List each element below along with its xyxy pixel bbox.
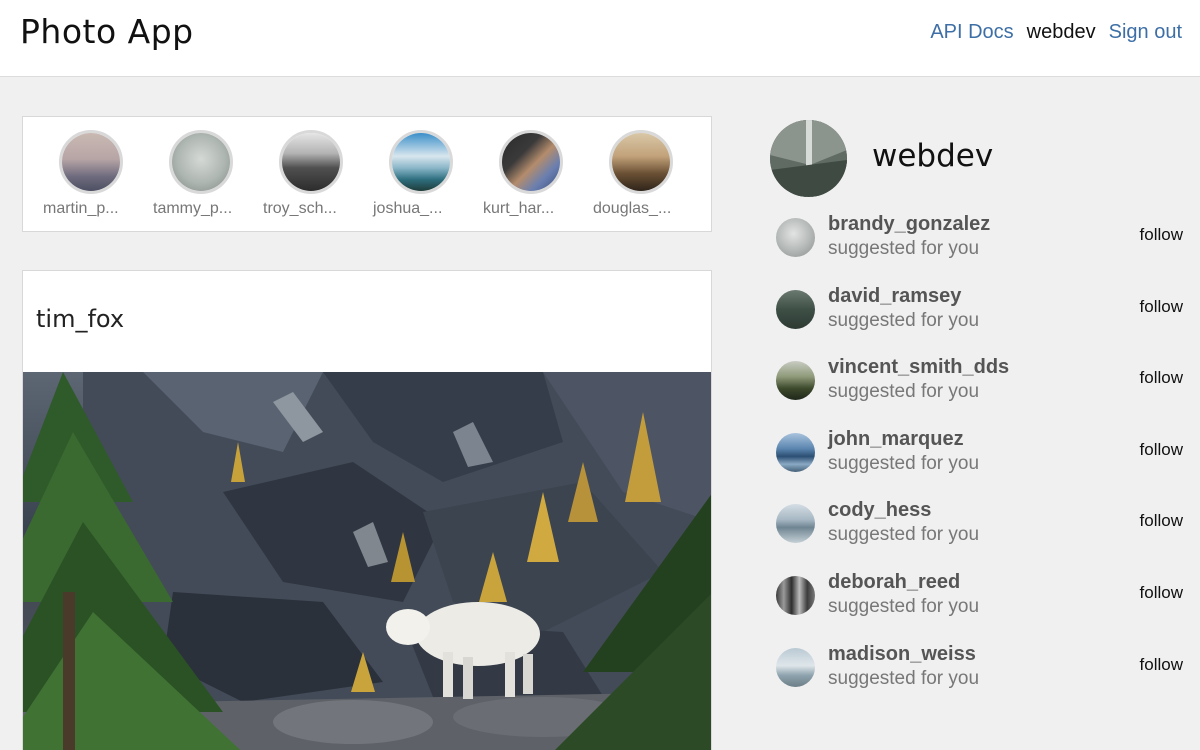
suggestion-username[interactable]: david_ramsey — [828, 285, 961, 308]
follow-button[interactable]: follow — [1140, 511, 1183, 531]
suggestion-subtitle: suggested for you — [828, 596, 980, 617]
suggestion-subtitle: suggested for you — [828, 524, 980, 545]
suggestion-username[interactable]: vincent_smith_dds — [828, 356, 1009, 379]
story-username: tammy_p... — [153, 200, 233, 217]
stories-bar: martin_p... tammy_p... troy_sch... joshu… — [22, 116, 712, 232]
suggestion-item: cody_hess suggested for you follow — [776, 498, 1186, 558]
story-avatar[interactable] — [169, 130, 233, 194]
story-item[interactable]: joshua_... — [366, 130, 476, 218]
post-author[interactable]: tim_fox — [36, 305, 124, 333]
story-username: joshua_... — [373, 200, 443, 217]
suggestion-subtitle: suggested for you — [828, 238, 980, 259]
suggestion-item: david_ramsey suggested for you follow — [776, 284, 1186, 344]
story-avatar[interactable] — [499, 130, 563, 194]
suggestion-avatar[interactable] — [776, 648, 815, 687]
post-card: tim_fox — [22, 270, 712, 750]
suggestion-subtitle: suggested for you — [828, 668, 980, 689]
follow-button[interactable]: follow — [1140, 583, 1183, 603]
suggestion-username[interactable]: cody_hess — [828, 499, 931, 522]
story-avatar[interactable] — [609, 130, 673, 194]
follow-button[interactable]: follow — [1140, 225, 1183, 245]
suggestion-username[interactable]: brandy_gonzalez — [828, 213, 990, 236]
profile-avatar[interactable] — [770, 120, 847, 197]
suggestion-subtitle: suggested for you — [828, 381, 980, 402]
app-brand[interactable]: Photo App — [20, 12, 194, 51]
profile-summary: webdev — [770, 120, 1190, 200]
follow-button[interactable]: follow — [1140, 655, 1183, 675]
suggestion-item: vincent_smith_dds suggested for you foll… — [776, 355, 1186, 415]
suggestion-item: madison_weiss suggested for you follow — [776, 642, 1186, 702]
story-avatar[interactable] — [389, 130, 453, 194]
story-username: kurt_har... — [483, 200, 555, 217]
post-photo — [23, 372, 711, 750]
story-username: troy_sch... — [263, 200, 337, 217]
profile-username: webdev — [872, 138, 994, 174]
suggestion-username[interactable]: madison_weiss — [828, 643, 976, 666]
follow-button[interactable]: follow — [1140, 368, 1183, 388]
story-avatar[interactable] — [279, 130, 343, 194]
suggestion-avatar[interactable] — [776, 576, 815, 615]
suggestion-item: deborah_reed suggested for you follow — [776, 570, 1186, 630]
suggestion-item: john_marquez suggested for you follow — [776, 427, 1186, 487]
suggestion-avatar[interactable] — [776, 290, 815, 329]
suggestion-avatar[interactable] — [776, 433, 815, 472]
follow-button[interactable]: follow — [1140, 297, 1183, 317]
current-username: webdev — [1026, 21, 1096, 43]
story-username: douglas_... — [593, 200, 672, 217]
api-docs-link[interactable]: API Docs — [930, 21, 1013, 44]
story-item[interactable]: kurt_har... — [476, 130, 586, 218]
sign-out-link[interactable]: Sign out — [1109, 21, 1182, 44]
story-username: martin_p... — [43, 200, 119, 217]
suggestion-username[interactable]: john_marquez — [828, 428, 964, 451]
suggestion-avatar[interactable] — [776, 504, 815, 543]
follow-button[interactable]: follow — [1140, 440, 1183, 460]
story-avatar[interactable] — [59, 130, 123, 194]
suggestion-subtitle: suggested for you — [828, 453, 980, 474]
post-photo-illustration — [23, 372, 711, 750]
story-item[interactable]: troy_sch... — [256, 130, 366, 218]
story-item[interactable]: tammy_p... — [146, 130, 256, 218]
suggestion-item: brandy_gonzalez suggested for you follow — [776, 212, 1186, 272]
nav-links: API Docs webdev Sign out — [930, 21, 1182, 44]
suggestion-avatar[interactable] — [776, 218, 815, 257]
top-navbar: Photo App API Docs webdev Sign out — [0, 0, 1200, 77]
suggestion-username[interactable]: deborah_reed — [828, 571, 960, 594]
suggestion-subtitle: suggested for you — [828, 310, 980, 331]
profile-avatar-image — [770, 120, 847, 197]
suggestion-avatar[interactable] — [776, 361, 815, 400]
story-item[interactable]: douglas_... — [586, 130, 696, 218]
story-item[interactable]: martin_p... — [36, 130, 146, 218]
